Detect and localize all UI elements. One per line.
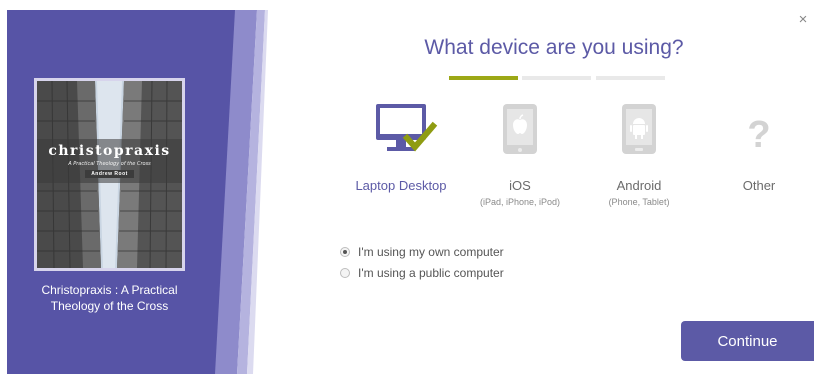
- cover-title: christopraxis: [48, 143, 171, 159]
- progress-step-3: [596, 76, 665, 80]
- laptop-desktop-icon: [341, 104, 461, 166]
- book-caption: Christopraxis : A Practical Theology of …: [41, 283, 178, 313]
- radio-own-computer[interactable]: I'm using my own computer: [340, 245, 504, 259]
- cover-subtitle: A Practical Theology of the Cross: [68, 161, 151, 167]
- device-option-android[interactable]: Android (Phone, Tablet): [579, 104, 699, 207]
- device-option-other[interactable]: ? Other: [699, 104, 814, 197]
- progress-step-2: [522, 76, 591, 80]
- device-option-ios[interactable]: iOS (iPad, iPhone, iPod): [460, 104, 580, 207]
- progress-step-1: [449, 76, 518, 80]
- device-label: Laptop Desktop: [355, 178, 447, 193]
- radio-button[interactable]: [340, 268, 350, 278]
- radio-label: I'm using a public computer: [358, 266, 504, 280]
- device-label: Other: [742, 178, 776, 193]
- device-sublabel: (Phone, Tablet): [608, 197, 670, 207]
- cover-author: Andrew Root: [85, 170, 134, 178]
- radio-public-computer[interactable]: I'm using a public computer: [340, 266, 504, 280]
- device-label: iOS: [509, 178, 531, 193]
- svg-text:?: ?: [747, 114, 770, 156]
- dialog-title: What device are you using?: [424, 36, 684, 59]
- apple-tablet-icon: [460, 104, 580, 166]
- close-icon[interactable]: ×: [795, 12, 811, 28]
- panel-edge: [0, 0, 7, 374]
- book-cover: christopraxis A Practical Theology of th…: [34, 78, 185, 271]
- device-option-laptop-desktop[interactable]: Laptop Desktop: [341, 104, 461, 197]
- radio-button[interactable]: [340, 247, 350, 257]
- question-mark-icon: ?: [699, 104, 814, 166]
- continue-button[interactable]: Continue: [681, 321, 814, 361]
- device-label: Android: [616, 178, 662, 193]
- android-tablet-icon: [579, 104, 699, 166]
- device-sublabel: (iPad, iPhone, iPod): [479, 197, 561, 207]
- radio-label: I'm using my own computer: [358, 245, 504, 259]
- book-side-panel: christopraxis A Practical Theology of th…: [0, 0, 268, 374]
